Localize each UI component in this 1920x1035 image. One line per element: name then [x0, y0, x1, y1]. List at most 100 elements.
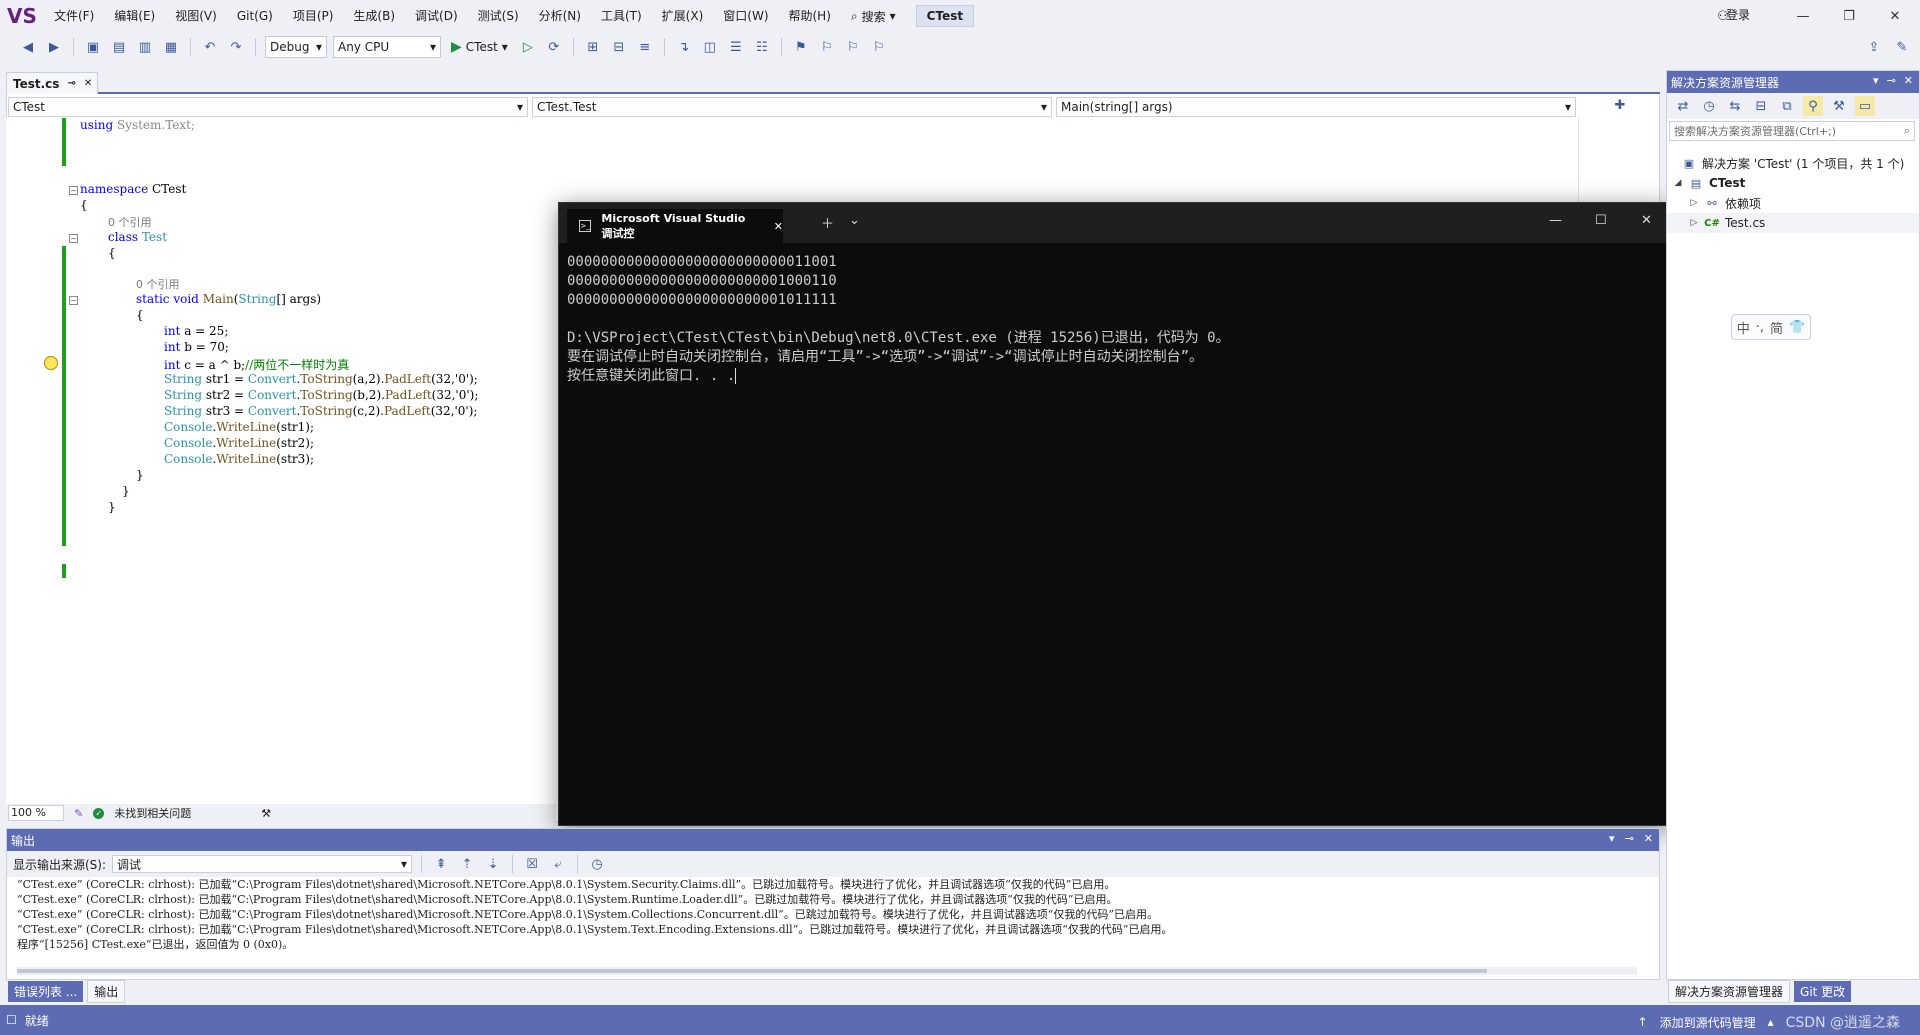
zoom-select[interactable]: 100 %: [8, 805, 64, 821]
clear-bookmarks-icon[interactable]: ⚐: [869, 37, 889, 57]
next-bookmark-icon[interactable]: ⚐: [843, 37, 863, 57]
nav-class-select[interactable]: CTest.Test ▾: [532, 97, 1052, 117]
format-icon[interactable]: ≡: [635, 37, 655, 57]
menu-window[interactable]: 窗口(W): [713, 0, 778, 32]
save-all-icon[interactable]: ▦: [161, 37, 181, 57]
filter-icon[interactable]: ⚲: [1803, 96, 1823, 116]
debug-console-window[interactable]: >_ Microsoft Visual Studio 调试控 ✕ ＋ ⌄ — ☐…: [558, 202, 1670, 826]
console-maximize-button[interactable]: ☐: [1595, 213, 1607, 228]
menu-help[interactable]: 帮助(H): [779, 0, 841, 32]
fold-toggle[interactable]: −: [69, 296, 78, 305]
layout-icon[interactable]: ⊟: [609, 37, 629, 57]
output-horizontal-scrollbar[interactable]: [17, 967, 1637, 975]
comment-icon[interactable]: ☰: [726, 37, 746, 57]
redo-icon[interactable]: ↷: [226, 37, 246, 57]
reference-hint[interactable]: 0 个引用: [108, 214, 152, 230]
document-tab-test-cs[interactable]: Test.cs ⊸ ✕: [6, 72, 98, 94]
wrench-icon[interactable]: ⚒: [261, 807, 271, 820]
ime-punctuation[interactable]: ·,: [1756, 320, 1764, 335]
tree-item-project[interactable]: ◢ ▤ CTest: [1667, 173, 1746, 193]
tab-error-list[interactable]: 错误列表 ...: [8, 980, 84, 1002]
prev-message-icon[interactable]: ⇡: [457, 854, 477, 874]
solution-search-input[interactable]: 搜索解决方案资源管理器(Ctrl+;) ⌕: [1669, 121, 1915, 141]
back-icon[interactable]: ◀: [18, 37, 38, 57]
account-icon[interactable]: ⚇: [1700, 0, 1746, 32]
menu-view[interactable]: 视图(V): [165, 0, 227, 32]
tree-item-dependencies[interactable]: ▷ ⚯ 依赖项: [1667, 193, 1761, 213]
breakpoint-icon[interactable]: ◫: [700, 37, 720, 57]
restore-button[interactable]: ❐: [1826, 0, 1872, 32]
nav-project-select[interactable]: CTest ▾: [8, 97, 528, 117]
menu-build[interactable]: 生成(B): [343, 0, 405, 32]
output-vertical-scrollbar[interactable]: [1643, 877, 1655, 967]
tree-item-solution[interactable]: ▣ 解决方案 'CTest' (1 个项目，共 1 个): [1667, 153, 1905, 173]
word-wrap-icon[interactable]: ⤶: [548, 854, 568, 874]
menu-tools[interactable]: 工具(T): [591, 0, 652, 32]
clock-icon[interactable]: ◷: [587, 854, 607, 874]
tab-output[interactable]: 输出: [87, 979, 126, 1003]
add-source-control-button[interactable]: 添加到源代码管理: [1660, 1014, 1756, 1031]
properties-icon[interactable]: ⚒: [1829, 96, 1849, 116]
next-message-icon[interactable]: ⇣: [483, 854, 503, 874]
prev-bookmark-icon[interactable]: ⚐: [817, 37, 837, 57]
configuration-select[interactable]: Debug ▾: [265, 36, 327, 58]
tab-git-changes[interactable]: Git 更改: [1794, 980, 1852, 1002]
chevron-down-icon[interactable]: ▾: [1873, 74, 1879, 87]
bookmark-icon[interactable]: ⚑: [791, 37, 811, 57]
chevron-down-icon[interactable]: ⌄: [849, 213, 860, 228]
close-icon[interactable]: ✕: [84, 78, 92, 89]
new-project-icon[interactable]: ▣: [83, 37, 103, 57]
start-debugging-button[interactable]: ▶ CTest ▾: [447, 39, 512, 55]
close-icon[interactable]: ✕: [1644, 832, 1653, 845]
switch-views-icon[interactable]: ⇄: [1673, 96, 1693, 116]
shirt-icon[interactable]: 👕: [1789, 320, 1805, 335]
live-share-icon[interactable]: ⇪: [1864, 37, 1884, 57]
collapsed-arrow-icon[interactable]: ▷: [1689, 198, 1699, 208]
fold-toggle[interactable]: −: [69, 186, 78, 195]
step-icon[interactable]: ↴: [674, 37, 694, 57]
menu-extensions[interactable]: 扩展(X): [652, 0, 714, 32]
menu-file[interactable]: 文件(F): [44, 0, 104, 32]
pin-icon[interactable]: ⊸: [1625, 832, 1634, 845]
tab-solution-explorer[interactable]: 解决方案资源管理器: [1668, 979, 1791, 1003]
output-text[interactable]: “CTest.exe” (CoreCLR: clrhost): 已加载“C:\P…: [17, 877, 1637, 963]
split-editor-icon[interactable]: ✚: [1610, 95, 1630, 115]
uncomment-icon[interactable]: ☷: [752, 37, 772, 57]
menu-project[interactable]: 项目(P): [283, 0, 344, 32]
minimize-button[interactable]: —: [1780, 0, 1826, 32]
forward-icon[interactable]: ▶: [44, 37, 64, 57]
start-without-debugging-icon[interactable]: ▷: [518, 37, 538, 57]
pin-icon[interactable]: ⊸: [67, 78, 75, 89]
preview-icon[interactable]: ▭: [1855, 96, 1875, 116]
expanded-arrow-icon[interactable]: ◢: [1673, 178, 1683, 188]
chevron-down-icon[interactable]: ▾: [1609, 832, 1615, 845]
close-icon[interactable]: ✕: [1904, 74, 1913, 87]
close-tab-icon[interactable]: ✕: [774, 220, 783, 233]
hot-reload-icon[interactable]: ⟳: [544, 37, 564, 57]
search-menu[interactable]: ⌕ 搜索 ▾: [841, 8, 906, 25]
menu-debug[interactable]: 调试(D): [405, 0, 468, 32]
ime-mode[interactable]: 中: [1737, 318, 1750, 337]
menu-analyze[interactable]: 分析(N): [529, 0, 591, 32]
fold-toggle[interactable]: −: [69, 234, 78, 243]
close-button[interactable]: ✕: [1872, 0, 1918, 32]
find-message-icon[interactable]: ⇞: [431, 854, 451, 874]
save-icon[interactable]: ▥: [135, 37, 155, 57]
ime-toolbar[interactable]: 中 ·, 简 👕: [1731, 314, 1811, 340]
issues-label[interactable]: 未找到相关问题: [114, 805, 191, 821]
clear-all-icon[interactable]: ☒: [522, 854, 542, 874]
pin-icon[interactable]: ⊸: [1887, 74, 1896, 87]
browse-icon[interactable]: ⊞: [583, 37, 603, 57]
platform-select[interactable]: Any CPU ▾: [333, 36, 441, 58]
menu-test[interactable]: 测试(S): [468, 0, 529, 32]
tree-item-file[interactable]: ▷ C# Test.cs: [1667, 213, 1919, 233]
console-minimize-button[interactable]: —: [1549, 213, 1562, 228]
reference-hint[interactable]: 0 个引用: [136, 276, 180, 292]
open-folder-icon[interactable]: ▤: [109, 37, 129, 57]
menu-edit[interactable]: 编辑(E): [104, 0, 165, 32]
output-source-select[interactable]: 调试 ▾: [112, 855, 413, 873]
ime-script[interactable]: 简: [1770, 318, 1783, 337]
nav-member-select[interactable]: Main(string[] args) ▾: [1056, 97, 1576, 117]
scrollbar-thumb[interactable]: [17, 969, 1487, 973]
show-all-files-icon[interactable]: ⧉: [1777, 96, 1797, 116]
